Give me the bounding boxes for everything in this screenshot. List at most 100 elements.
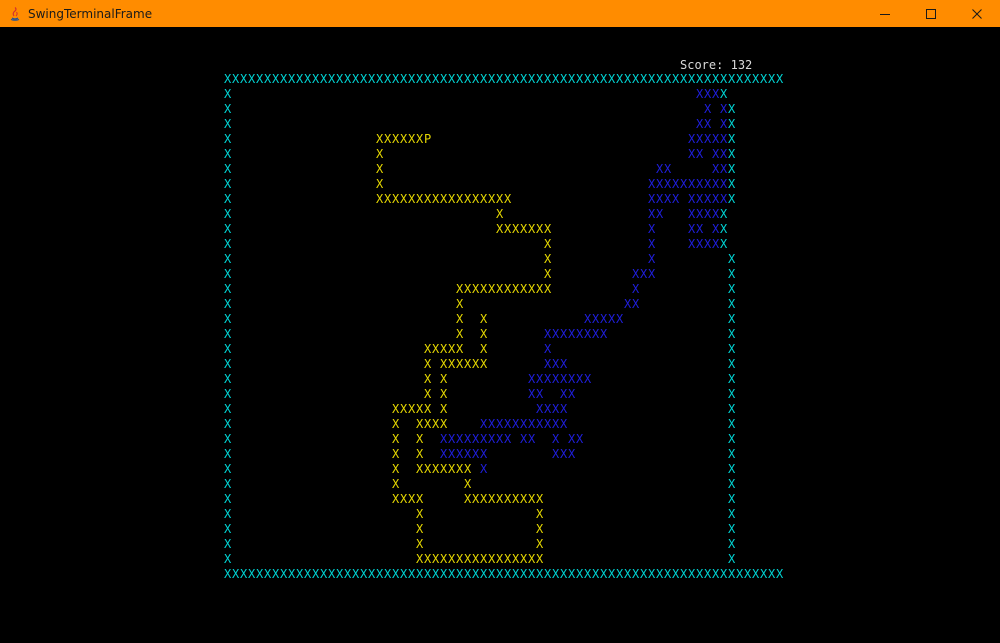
- enemy-trail: X: [552, 432, 560, 446]
- board-row: X XXXXXXP XXXXXX: [224, 132, 784, 147]
- empty-space: [400, 447, 416, 461]
- wall-segment: X: [728, 312, 736, 326]
- wall-segment: X: [224, 252, 232, 266]
- empty-space: [232, 162, 376, 176]
- wall-segment: X: [224, 492, 232, 506]
- empty-space: [576, 447, 728, 461]
- player-trail: X: [536, 507, 544, 521]
- maximize-button[interactable]: [908, 0, 954, 27]
- enemy-trail: XX: [695, 117, 712, 131]
- empty-space: [232, 327, 456, 341]
- board-row: X X X XXXXX: [224, 237, 784, 252]
- empty-space: [656, 252, 728, 266]
- empty-space: [464, 312, 480, 326]
- player-trail: X: [440, 402, 448, 416]
- empty-space: [552, 222, 648, 236]
- empty-space: [488, 327, 544, 341]
- player-trail: X: [544, 252, 552, 266]
- empty-space: [232, 552, 416, 566]
- wall-segment: X: [728, 522, 736, 536]
- empty-space: [568, 417, 728, 431]
- empty-space: [552, 237, 648, 251]
- board-row: X X X X: [224, 537, 784, 552]
- empty-space: [544, 507, 728, 521]
- player-trail: X: [440, 372, 448, 386]
- wall-segment: X: [728, 447, 736, 461]
- wall-segment: X: [720, 207, 728, 221]
- close-icon: [972, 8, 982, 19]
- wall-segment: X: [224, 477, 232, 491]
- empty-space: [424, 537, 536, 551]
- close-button[interactable]: [954, 0, 1000, 27]
- enemy-trail: XX: [624, 297, 640, 311]
- empty-space: [400, 432, 416, 446]
- empty-space: [536, 432, 552, 446]
- wall-segment: X: [224, 432, 232, 446]
- empty-space: [544, 492, 728, 506]
- empty-space: [568, 402, 728, 416]
- enemy-trail: X: [719, 117, 728, 131]
- empty-space: [232, 87, 696, 101]
- empty-space: [568, 357, 728, 371]
- board-row: X X XX XXX: [224, 162, 784, 177]
- player-trail: XXXXX: [392, 402, 432, 416]
- wall-segment: X: [728, 552, 736, 566]
- minimize-button[interactable]: [862, 0, 908, 27]
- wall-segment: X: [224, 552, 232, 566]
- wall-segment: X: [224, 162, 232, 176]
- empty-space: [424, 447, 440, 461]
- empty-space: [232, 252, 544, 266]
- wall-segment: X: [224, 297, 232, 311]
- enemy-trail: XXXXXXXX: [544, 327, 608, 341]
- wall-segment: X: [728, 192, 736, 206]
- empty-space: [232, 102, 704, 116]
- enemy-trail: XXXXX: [688, 132, 728, 146]
- enemy-trail: XX: [560, 387, 576, 401]
- player-trail: XXXXX: [424, 342, 464, 356]
- wall-segment: X: [224, 372, 232, 386]
- empty-space: [448, 417, 480, 431]
- empty-space: [400, 417, 416, 431]
- terminal-area[interactable]: Score: 132 XXXXXXXXXXXXXXXXXXXXXXXXXXXXX…: [0, 27, 1000, 643]
- enemy-trail: X: [480, 462, 488, 476]
- enemy-trail: XXXXXXXX: [528, 372, 592, 386]
- wall-segment: X: [727, 102, 736, 116]
- board-row: X X X XXXXXXXX X: [224, 372, 784, 387]
- enemy-trail: X: [648, 222, 656, 236]
- empty-space: [656, 237, 688, 251]
- empty-space: [232, 447, 392, 461]
- empty-space: [592, 372, 728, 386]
- wall-segment: X: [224, 417, 232, 431]
- player-trail: X: [464, 477, 472, 491]
- player-trail: X: [456, 312, 464, 326]
- board-row: X XXXXXXX X XX XX: [224, 222, 784, 237]
- board-row: X X XXX X: [224, 267, 784, 282]
- empty-space: [232, 192, 376, 206]
- wall-segment: X: [719, 87, 728, 101]
- score-label: Score:: [680, 58, 724, 72]
- enemy-trail: XXX: [632, 267, 656, 281]
- empty-space: [552, 282, 632, 296]
- empty-space: [656, 222, 688, 236]
- empty-space: [712, 102, 720, 116]
- empty-space: [232, 372, 424, 386]
- empty-space: [432, 357, 440, 371]
- wall-segment: X: [224, 522, 232, 536]
- window-titlebar[interactable]: SwingTerminalFrame: [0, 0, 1000, 27]
- wall-segment: X: [728, 402, 736, 416]
- player-trail: X: [480, 312, 488, 326]
- player-trail: X: [416, 447, 424, 461]
- empty-space: [232, 402, 392, 416]
- player-trail: X: [416, 507, 424, 521]
- wall-segment: X: [728, 462, 736, 476]
- empty-space: [544, 537, 728, 551]
- empty-space: [432, 372, 440, 386]
- empty-space: [552, 252, 648, 266]
- player-trail: XXXXXXXXXX: [464, 492, 544, 506]
- enemy-trail: XXXXXXXXX: [440, 432, 512, 446]
- player-trail: X: [424, 372, 432, 386]
- wall-segment: X: [728, 282, 736, 296]
- player-trail: XXXXXXXXXXXXXXXXX: [376, 192, 512, 206]
- wall-segment: X: [224, 357, 232, 371]
- enemy-trail: XXX: [544, 357, 568, 371]
